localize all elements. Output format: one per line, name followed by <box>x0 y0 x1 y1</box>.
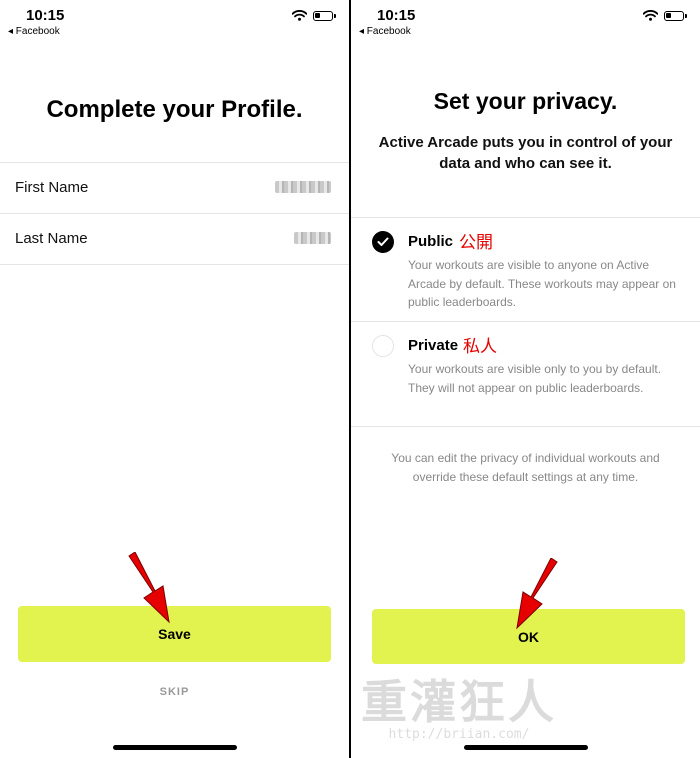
red-arrow-icon <box>128 552 170 624</box>
wifi-icon <box>292 10 307 21</box>
status-bar: 10:15 ◂ Facebook <box>0 0 349 40</box>
red-arrow-icon <box>516 558 558 630</box>
watermark: 重灌狂人 http://briian.com/ <box>361 677 557 742</box>
status-time: 10:15 <box>26 7 65 24</box>
last-name-row[interactable]: Last Name <box>0 213 349 265</box>
page-title: Set your privacy. <box>433 88 618 114</box>
checkmark-icon <box>377 237 389 246</box>
home-indicator <box>463 745 588 750</box>
battery-icon <box>664 10 687 21</box>
back-to-facebook-link[interactable]: ◂ Facebook <box>359 26 411 37</box>
private-option-description: Your workouts are visible only to you by… <box>408 362 662 395</box>
page-title: Complete your Profile. <box>46 96 303 123</box>
private-annotation: 私人 <box>463 337 497 356</box>
private-radio[interactable] <box>372 335 394 357</box>
last-name-label: Last Name <box>15 230 88 247</box>
privacy-footnote: You can edit the privacy of individual w… <box>391 451 660 484</box>
first-name-label: First Name <box>15 179 89 196</box>
home-indicator <box>112 745 237 750</box>
private-option-title: Private <box>408 337 459 354</box>
public-option-title: Public <box>408 233 454 250</box>
public-radio[interactable] <box>372 231 394 253</box>
back-to-facebook-link[interactable]: ◂ Facebook <box>8 26 60 37</box>
watermark-text: 重灌狂人 <box>361 675 557 729</box>
first-name-value-redacted[interactable] <box>275 181 331 193</box>
status-icons <box>643 10 687 21</box>
first-name-row[interactable]: First Name <box>0 162 349 213</box>
wifi-icon <box>643 10 658 21</box>
privacy-option-private[interactable]: Private 私人 Your workouts are visible onl… <box>351 321 700 427</box>
privacy-screen: 10:15 ◂ Facebook Set your privacy. Activ… <box>351 0 700 758</box>
battery-icon <box>313 10 336 21</box>
public-option-description: Your workouts are visible to anyone on A… <box>408 258 676 309</box>
page-subtitle: Active Arcade puts you in control of you… <box>378 134 673 172</box>
skip-button[interactable]: SKIP <box>0 686 349 698</box>
profile-screen: 10:15 ◂ Facebook Complete your Profile. … <box>0 0 349 758</box>
watermark-url: http://briian.com/ <box>388 727 530 742</box>
status-time: 10:15 <box>377 7 416 24</box>
status-icons <box>292 10 336 21</box>
public-annotation: 公開 <box>459 233 493 252</box>
privacy-option-public[interactable]: Public 公開 Your workouts are visible to a… <box>351 217 700 322</box>
status-bar: 10:15 ◂ Facebook <box>351 0 700 40</box>
last-name-value-redacted[interactable] <box>294 232 331 244</box>
